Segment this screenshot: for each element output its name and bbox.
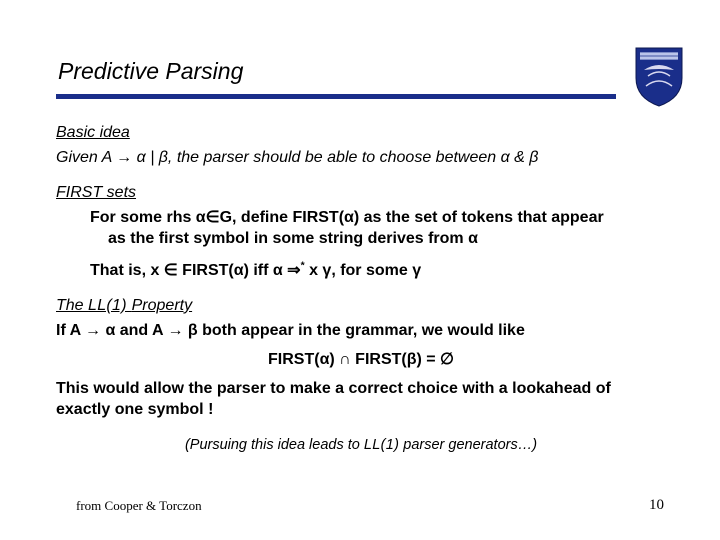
- section-head-first: FIRST sets: [56, 182, 666, 203]
- section-head-ll1: The LL(1) Property: [56, 295, 666, 316]
- note-pre: (Pursuing this idea leads to: [185, 437, 364, 453]
- note-sc: LL(1): [364, 437, 399, 453]
- content-area: Basic idea Given A → α | β, the parser s…: [56, 122, 666, 455]
- section-head-basic: Basic idea: [56, 122, 666, 143]
- ll1-line2: This would allow the parser to make a co…: [56, 378, 666, 420]
- basic-idea-text: Given A → α | β, the parser should be ab…: [56, 147, 666, 168]
- page-title: Predictive Parsing: [58, 58, 243, 85]
- first-iff-line: That is, x ∈ FIRST(α) iff α ⇒* x γ, for …: [90, 260, 666, 281]
- first-def-line-cont: as the first symbol in some string deriv…: [108, 228, 666, 249]
- ll1-line1: If A → α and A → β both appear in the gr…: [56, 320, 666, 341]
- first-def-line1a: For some rhs α∈G, define FIRST(α) as the…: [90, 209, 604, 226]
- first-head-text: FIRST sets: [56, 184, 136, 201]
- note-post: parser generators…): [399, 437, 537, 453]
- university-shield-icon: [634, 46, 684, 108]
- slide: Predictive Parsing Basic idea Given A → …: [0, 0, 720, 540]
- ll1-head-pre: The: [56, 297, 88, 314]
- title-underline: [56, 94, 616, 99]
- ll1-head-post: Property: [132, 297, 192, 314]
- first-iff-b: x γ, for some γ: [305, 262, 422, 279]
- page-number: 10: [649, 497, 664, 514]
- ll1-head-sc: LL(1): [88, 297, 132, 314]
- first-def-line: For some rhs α∈G, define FIRST(α) as the…: [90, 207, 666, 228]
- ll1-equation: FIRST(α) ∩ FIRST(β) = ∅: [56, 349, 666, 370]
- basic-idea-line: Given A → α | β, the parser should be ab…: [56, 149, 538, 166]
- footer-source: from Cooper & Torczon: [76, 498, 202, 514]
- first-def-line1b: as the first symbol in some string deriv…: [108, 230, 478, 247]
- pursuing-note: (Pursuing this idea leads to LL(1) parse…: [56, 436, 666, 455]
- first-iff-a: That is, x ∈ FIRST(α) iff α ⇒: [90, 262, 301, 279]
